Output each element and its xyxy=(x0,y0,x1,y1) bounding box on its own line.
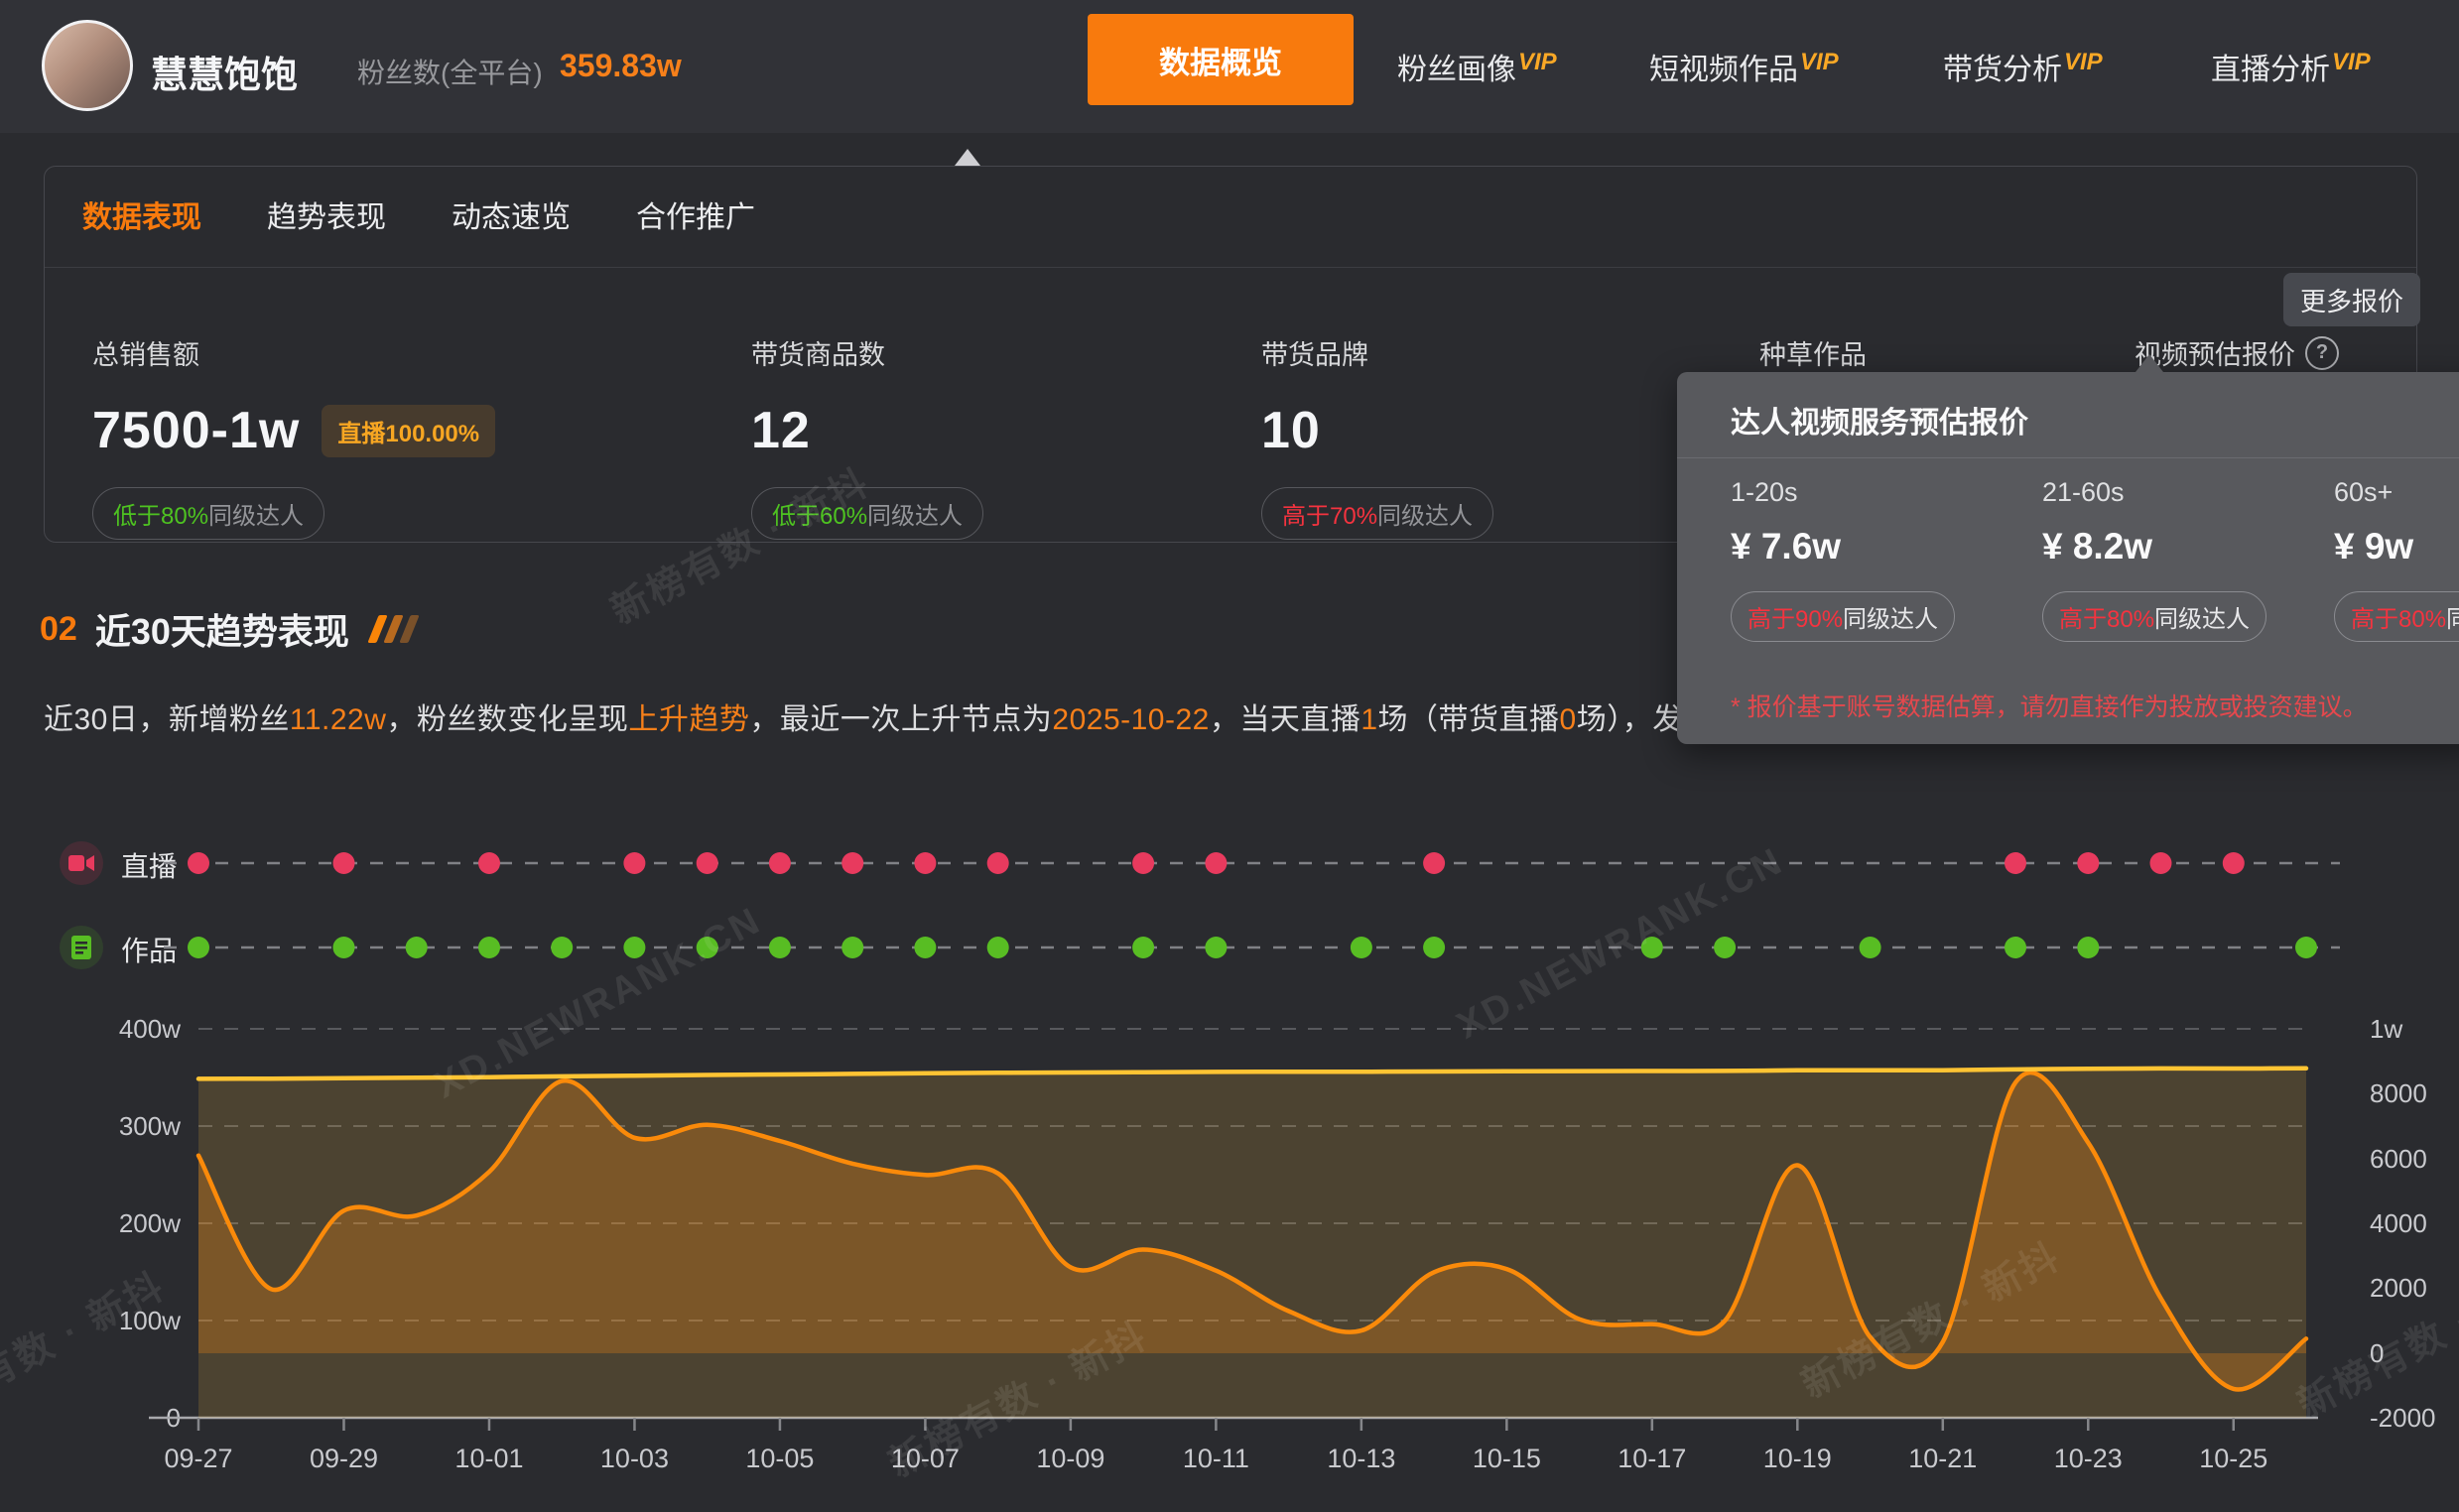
work-dot[interactable] xyxy=(623,937,645,958)
work-dot[interactable] xyxy=(914,937,936,958)
tooltip-title: 达人视频服务预估报价 xyxy=(1731,398,2028,441)
trend-chart[interactable] xyxy=(0,0,2459,1512)
live-dot[interactable] xyxy=(914,852,936,874)
live-dot[interactable] xyxy=(2005,852,2026,874)
work-dot[interactable] xyxy=(2005,937,2026,958)
work-dot[interactable] xyxy=(697,937,718,958)
work-dot[interactable] xyxy=(551,937,573,958)
work-dot[interactable] xyxy=(769,937,791,958)
live-dot[interactable] xyxy=(1205,852,1227,874)
live-dot[interactable] xyxy=(478,852,500,874)
live-dot[interactable] xyxy=(697,852,718,874)
quote-col-1-20s: 1-20s ¥ 7.6w 高于90%同级达人 xyxy=(1731,477,2028,642)
tooltip-arrow-icon xyxy=(2135,354,2163,372)
work-dot[interactable] xyxy=(841,937,863,958)
work-dot[interactable] xyxy=(333,937,355,958)
work-dot[interactable] xyxy=(1132,937,1154,958)
live-dot[interactable] xyxy=(333,852,355,874)
work-dot[interactable] xyxy=(478,937,500,958)
live-dot[interactable] xyxy=(841,852,863,874)
live-dot[interactable] xyxy=(1423,852,1445,874)
live-dot[interactable] xyxy=(2150,852,2172,874)
live-dot[interactable] xyxy=(623,852,645,874)
work-dot[interactable] xyxy=(1351,937,1372,958)
dashboard-page: 慧慧饱饱 粉丝数(全平台) 359.83w 数据概览 粉丝画像VIP 短视频作品… xyxy=(0,0,2459,1512)
work-dot[interactable] xyxy=(2077,937,2099,958)
live-dot[interactable] xyxy=(769,852,791,874)
live-dot[interactable] xyxy=(1132,852,1154,874)
work-dot[interactable] xyxy=(2295,937,2317,958)
live-dot[interactable] xyxy=(987,852,1009,874)
tooltip-divider xyxy=(1677,457,2459,458)
video-quote-tooltip: 达人视频服务预估报价 1-20s ¥ 7.6w 高于90%同级达人 21-60s… xyxy=(1677,372,2459,744)
work-dot[interactable] xyxy=(1860,937,1881,958)
tooltip-disclaimer: * 报价基于账号数据估算，请勿直接作为投放或投资建议。 xyxy=(1731,688,2368,723)
live-dot[interactable] xyxy=(2077,852,2099,874)
quote-col-60s-plus: 60s+ ¥ 9w 高于80%同级达人 xyxy=(2334,477,2459,642)
peer-compare-pill: 高于80%同级达人 xyxy=(2334,591,2459,642)
quote-col-21-60s: 21-60s ¥ 8.2w 高于80%同级达人 xyxy=(2042,477,2340,642)
work-dot[interactable] xyxy=(987,937,1009,958)
work-dot[interactable] xyxy=(1714,937,1736,958)
live-dot[interactable] xyxy=(2223,852,2245,874)
live-dot[interactable] xyxy=(188,852,209,874)
work-dot[interactable] xyxy=(406,937,428,958)
peer-compare-pill: 高于90%同级达人 xyxy=(1731,591,1955,642)
work-dot[interactable] xyxy=(1205,937,1227,958)
peer-compare-pill: 高于80%同级达人 xyxy=(2042,591,2266,642)
work-dot[interactable] xyxy=(1423,937,1445,958)
work-dot[interactable] xyxy=(188,937,209,958)
work-dot[interactable] xyxy=(1641,937,1663,958)
